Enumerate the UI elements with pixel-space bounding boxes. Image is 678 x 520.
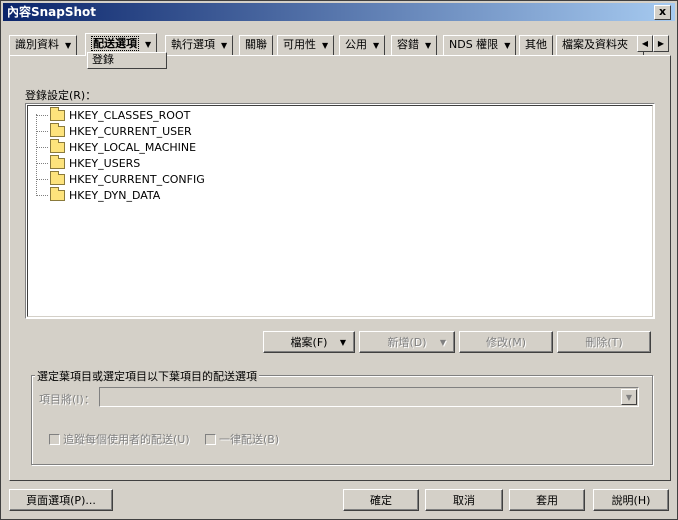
checkbox-label: 一律配送(B): [219, 433, 280, 446]
tab-files-folders[interactable]: 檔案及資料夾: [556, 35, 644, 55]
tree-branch: [36, 130, 48, 132]
add-button-label: 新增(D): [387, 336, 427, 349]
tab-label: 識別資料: [15, 38, 59, 51]
always-distribute-checkbox[interactable]: 一律配送(B): [205, 431, 279, 447]
tree-branch: [36, 146, 48, 148]
tab-label: 執行選項: [171, 38, 215, 51]
tree-item[interactable]: HKEY_USERS: [36, 154, 141, 171]
tab-identification[interactable]: 識別資料 ▼: [9, 35, 78, 55]
properties-dialog: 內容SnapShot x 識別資料 ▼ 配送選項 ▼ 執行選項 ▼ 關聯 可用性 ▼ 公…: [0, 0, 678, 520]
checkbox[interactable]: [49, 433, 60, 445]
tab-label: 公用: [345, 38, 367, 51]
group-title: 選定葉項目或選定項目以下葉項目的配送選項: [35, 368, 259, 384]
tree-item[interactable]: HKEY_CLASSES_ROOT: [36, 106, 191, 123]
registry-settings-label: 登錄設定(R)：: [25, 89, 97, 102]
chevron-down-icon: ▼: [425, 41, 432, 50]
tab-label: 檔案及資料夾: [562, 38, 628, 51]
checkbox-label: 追蹤每個使用者的配送(U): [63, 433, 190, 446]
chevron-down-icon: ▼: [504, 41, 511, 50]
tree-branch: [36, 178, 48, 180]
tree-branch: [36, 162, 48, 164]
tree-item[interactable]: HKEY_DYN_DATA: [36, 186, 161, 203]
apply-button[interactable]: 套用: [509, 489, 585, 511]
tree-branch: [36, 114, 48, 116]
title-bar: 內容SnapShot x: [3, 3, 675, 21]
tree-item-label: HKEY_CURRENT_USER: [69, 124, 192, 138]
chevron-down-icon: ▼: [322, 41, 329, 50]
checkbox[interactable]: [205, 433, 216, 445]
tree-inner: HKEY_CLASSES_ROOT HKEY_CURRENT_USER HKEY…: [27, 105, 653, 317]
chevron-down-icon: ▼: [339, 338, 346, 347]
tree-item-label: HKEY_LOCAL_MACHINE: [69, 140, 197, 154]
chevron-right-icon[interactable]: ▶: [653, 35, 669, 52]
file-button-label: 檔案(F): [290, 336, 328, 349]
tab-label: 容錯: [397, 38, 419, 51]
item-label: 項目將(I)：: [39, 393, 95, 406]
tree-branch: [36, 194, 48, 196]
tab-label: NDS 權限: [449, 38, 499, 51]
chevron-down-icon: ▼: [373, 41, 380, 50]
delete-button[interactable]: 刪除(T): [557, 331, 651, 353]
tab-label: 配送選項: [91, 36, 139, 51]
tree-item-label: HKEY_CLASSES_ROOT: [69, 108, 191, 122]
tab-label: 可用性: [283, 38, 316, 51]
tab-label: 其他: [525, 38, 547, 51]
modify-button[interactable]: 修改(M): [459, 331, 553, 353]
ok-button[interactable]: 確定: [343, 489, 419, 511]
tab-run-options[interactable]: 執行選項 ▼: [165, 35, 234, 55]
window-title: 內容SnapShot: [7, 5, 97, 19]
folder-icon: [50, 138, 65, 153]
tree-item-label: HKEY_USERS: [69, 156, 141, 170]
tab-scroll: ◀ ▶: [637, 35, 669, 52]
chevron-down-icon[interactable]: ▼: [621, 389, 637, 405]
subtab-menu-item[interactable]: 登錄: [87, 52, 167, 69]
close-button[interactable]: x: [654, 5, 671, 20]
tab-label: 關聯: [245, 38, 267, 51]
tree-item[interactable]: HKEY_CURRENT_USER: [36, 122, 192, 139]
folder-icon: [50, 106, 65, 121]
registry-tree[interactable]: HKEY_CLASSES_ROOT HKEY_CURRENT_USER HKEY…: [25, 103, 655, 319]
tab-common[interactable]: 公用 ▼: [339, 35, 386, 55]
tab-fault-tolerance[interactable]: 容錯 ▼: [391, 35, 438, 55]
track-per-user-checkbox[interactable]: 追蹤每個使用者的配送(U): [49, 431, 190, 447]
folder-icon: [50, 154, 65, 169]
chevron-down-icon: ▼: [65, 41, 72, 50]
item-combobox[interactable]: ▼: [99, 387, 639, 407]
tab-availability[interactable]: 可用性 ▼: [277, 35, 335, 55]
tree-item-label: HKEY_CURRENT_CONFIG: [69, 172, 205, 186]
folder-icon: [50, 122, 65, 137]
file-button[interactable]: 檔案(F) ▼: [263, 331, 355, 353]
chevron-down-icon: ▼: [145, 40, 152, 49]
folder-icon: [50, 170, 65, 185]
chevron-down-icon: ▼: [439, 338, 446, 347]
add-button[interactable]: 新增(D) ▼: [359, 331, 455, 353]
help-button[interactable]: 說明(H): [593, 489, 669, 511]
tree-item[interactable]: HKEY_LOCAL_MACHINE: [36, 138, 197, 155]
tab-nds-rights[interactable]: NDS 權限 ▼: [443, 35, 517, 55]
page-options-button[interactable]: 頁面選項(P)...: [9, 489, 113, 511]
chevron-left-icon[interactable]: ◀: [637, 35, 653, 52]
chevron-down-icon: ▼: [221, 41, 228, 50]
tab-associations[interactable]: 關聯: [239, 35, 273, 55]
tab-other[interactable]: 其他: [519, 35, 553, 55]
tree-item[interactable]: HKEY_CURRENT_CONFIG: [36, 170, 205, 187]
folder-icon: [50, 186, 65, 201]
tree-item-label: HKEY_DYN_DATA: [69, 188, 161, 202]
cancel-button[interactable]: 取消: [425, 489, 503, 511]
